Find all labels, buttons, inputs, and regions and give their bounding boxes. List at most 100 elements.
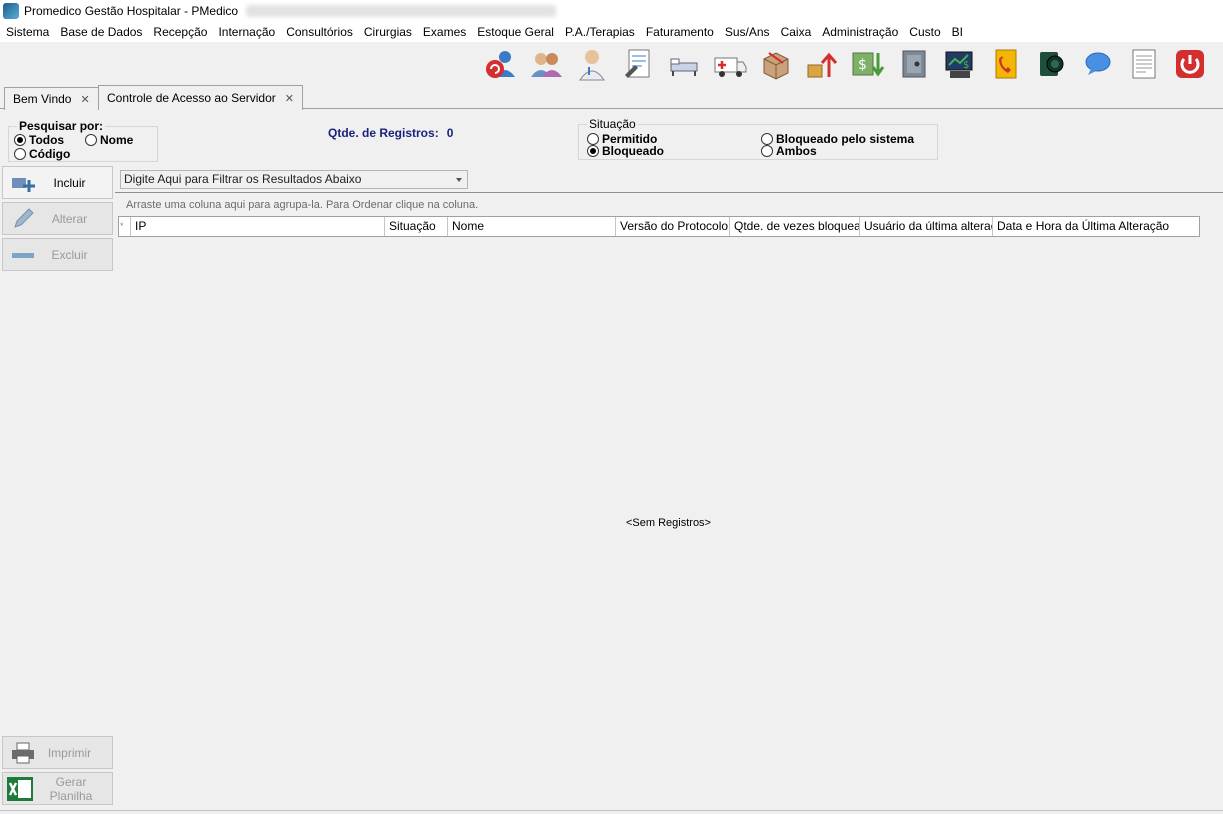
alterar-button[interactable]: Alterar xyxy=(2,202,113,235)
radio-label: Código xyxy=(29,147,71,161)
refresh-users-icon[interactable] xyxy=(482,46,518,82)
record-count: Qtde. de Registros: 0 xyxy=(328,126,453,140)
col-data-hora-alteracao[interactable]: Data e Hora da Última Alteração xyxy=(993,217,1199,236)
col-ip[interactable]: IP xyxy=(131,217,385,236)
menu-consultorios[interactable]: Consultórios xyxy=(282,25,357,39)
pencil-icon xyxy=(9,207,37,231)
menu-base-de-dados[interactable]: Base de Dados xyxy=(56,25,146,39)
printer-icon xyxy=(9,741,37,765)
menu-caixa[interactable]: Caixa xyxy=(777,25,816,39)
grid-filter-combo[interactable]: Digite Aqui para Filtrar os Resultados A… xyxy=(120,170,468,189)
radio-dot xyxy=(85,134,97,146)
grid-header: * IP Situação Nome Versão do Protocolo I… xyxy=(118,216,1200,237)
svg-text:$: $ xyxy=(858,57,867,73)
col-qtde-bloqueado[interactable]: Qtde. de vezes bloqueado xyxy=(730,217,860,236)
svg-text:$: $ xyxy=(963,60,969,71)
minus-icon xyxy=(9,243,37,267)
radio-todos[interactable]: Todos xyxy=(14,133,64,147)
radio-label: Ambos xyxy=(776,144,817,158)
window-title: Promedico Gestão Hospitalar - PMedico xyxy=(24,4,239,18)
tab-controle-acesso[interactable]: Controle de Acesso ao Servidor ✕ xyxy=(98,85,303,110)
close-icon[interactable]: ✕ xyxy=(285,92,294,105)
ambulance-icon[interactable] xyxy=(712,46,748,82)
camera-icon[interactable] xyxy=(1034,46,1070,82)
tab-label: Controle de Acesso ao Servidor xyxy=(107,91,276,105)
document-list-icon[interactable] xyxy=(1126,46,1162,82)
money-out-icon[interactable]: $ xyxy=(850,46,886,82)
bottom-border xyxy=(0,810,1223,811)
menu-bi[interactable]: BI xyxy=(948,25,967,39)
menu-bar: Sistema Base de Dados Recepção Internaçã… xyxy=(0,22,1223,42)
radio-label: Bloqueado xyxy=(602,144,664,158)
menu-estoque-geral[interactable]: Estoque Geral xyxy=(473,25,558,39)
search-by-group: Pesquisar por: Todos Nome Código xyxy=(8,119,158,162)
imprimir-button[interactable]: Imprimir xyxy=(2,736,113,769)
col-usuario-alteracao[interactable]: Usuário da última alteração xyxy=(860,217,993,236)
safe-icon[interactable] xyxy=(896,46,932,82)
record-count-label: Qtde. de Registros: xyxy=(328,126,439,140)
surgery-box-icon[interactable] xyxy=(758,46,794,82)
reception-icon[interactable] xyxy=(528,46,564,82)
menu-sistema[interactable]: Sistema xyxy=(2,25,53,39)
add-icon xyxy=(9,171,37,195)
alterar-label: Alterar xyxy=(51,211,88,226)
phonebook-icon[interactable] xyxy=(988,46,1024,82)
gerar-planilha-label: Gerar Planilha xyxy=(49,774,93,803)
tab-label: Bem Vindo xyxy=(13,92,72,106)
search-by-title: Pesquisar por: xyxy=(17,119,106,133)
incluir-button[interactable]: Incluir xyxy=(2,166,113,199)
app-logo-icon xyxy=(3,3,19,19)
cash-register-icon[interactable]: $ xyxy=(942,46,978,82)
radio-dot xyxy=(14,134,26,146)
menu-cirurgias[interactable]: Cirurgias xyxy=(360,25,416,39)
radio-nome[interactable]: Nome xyxy=(85,133,133,147)
tab-strip: Bem Vindo ✕ Controle de Acesso ao Servid… xyxy=(0,84,1223,110)
incluir-label: Incluir xyxy=(53,175,86,190)
close-icon[interactable]: ✕ xyxy=(80,93,89,106)
menu-custo[interactable]: Custo xyxy=(905,25,944,39)
doctor-icon[interactable] xyxy=(574,46,610,82)
menu-faturamento[interactable]: Faturamento xyxy=(642,25,718,39)
menu-internacao[interactable]: Internação xyxy=(214,25,279,39)
toolbar: $ $ xyxy=(0,42,1223,84)
power-icon[interactable] xyxy=(1172,46,1208,82)
filter-area: Pesquisar por: Todos Nome Código Qtde. d… xyxy=(0,110,1223,165)
record-count-value: 0 xyxy=(446,126,454,140)
group-by-hint: Arraste uma coluna aqui para agrupa-la. … xyxy=(126,199,479,211)
excluir-label: Excluir xyxy=(51,247,88,262)
empty-grid-message: <Sem Registros> xyxy=(626,517,711,529)
menu-sus-ans[interactable]: Sus/Ans xyxy=(721,25,774,39)
excel-icon xyxy=(6,776,34,801)
row-selector-header[interactable]: * xyxy=(119,217,131,236)
imprimir-label: Imprimir xyxy=(47,745,92,760)
excluir-button[interactable]: Excluir xyxy=(2,238,113,271)
stock-up-icon[interactable] xyxy=(804,46,840,82)
col-situacao[interactable]: Situação xyxy=(385,217,448,236)
radio-dot xyxy=(14,148,26,160)
radio-codigo[interactable]: Código xyxy=(14,147,70,161)
radio-dot xyxy=(761,145,773,157)
menu-pa-terapias[interactable]: P.A./Terapias xyxy=(561,25,639,39)
prescription-icon[interactable] xyxy=(620,46,656,82)
situacao-group: Situação Permitido Bloqueado pelo sistem… xyxy=(578,117,938,160)
col-nome[interactable]: Nome xyxy=(448,217,616,236)
menu-recepcao[interactable]: Recepção xyxy=(149,25,211,39)
chat-icon[interactable] xyxy=(1080,46,1116,82)
radio-label: Nome xyxy=(100,133,134,147)
radio-ambos[interactable]: Ambos xyxy=(761,144,817,158)
situacao-title: Situação xyxy=(587,117,638,131)
gerar-planilha-button[interactable]: Gerar Planilha xyxy=(2,772,113,805)
tab-bem-vindo[interactable]: Bem Vindo ✕ xyxy=(4,87,99,110)
menu-administracao[interactable]: Administração xyxy=(818,25,902,39)
divider xyxy=(115,192,1223,193)
radio-bloqueado[interactable]: Bloqueado xyxy=(587,144,664,158)
radio-label: Todos xyxy=(29,133,65,147)
filter-placeholder: Digite Aqui para Filtrar os Resultados A… xyxy=(124,172,362,186)
radio-dot xyxy=(587,145,599,157)
menu-exames[interactable]: Exames xyxy=(419,25,470,39)
chevron-down-icon[interactable] xyxy=(456,178,462,182)
title-bar: Promedico Gestão Hospitalar - PMedico xyxy=(0,0,1223,22)
col-versao-protocolo[interactable]: Versão do Protocolo IP xyxy=(616,217,730,236)
hospital-bed-icon[interactable] xyxy=(666,46,702,82)
title-redacted-info xyxy=(246,5,557,17)
